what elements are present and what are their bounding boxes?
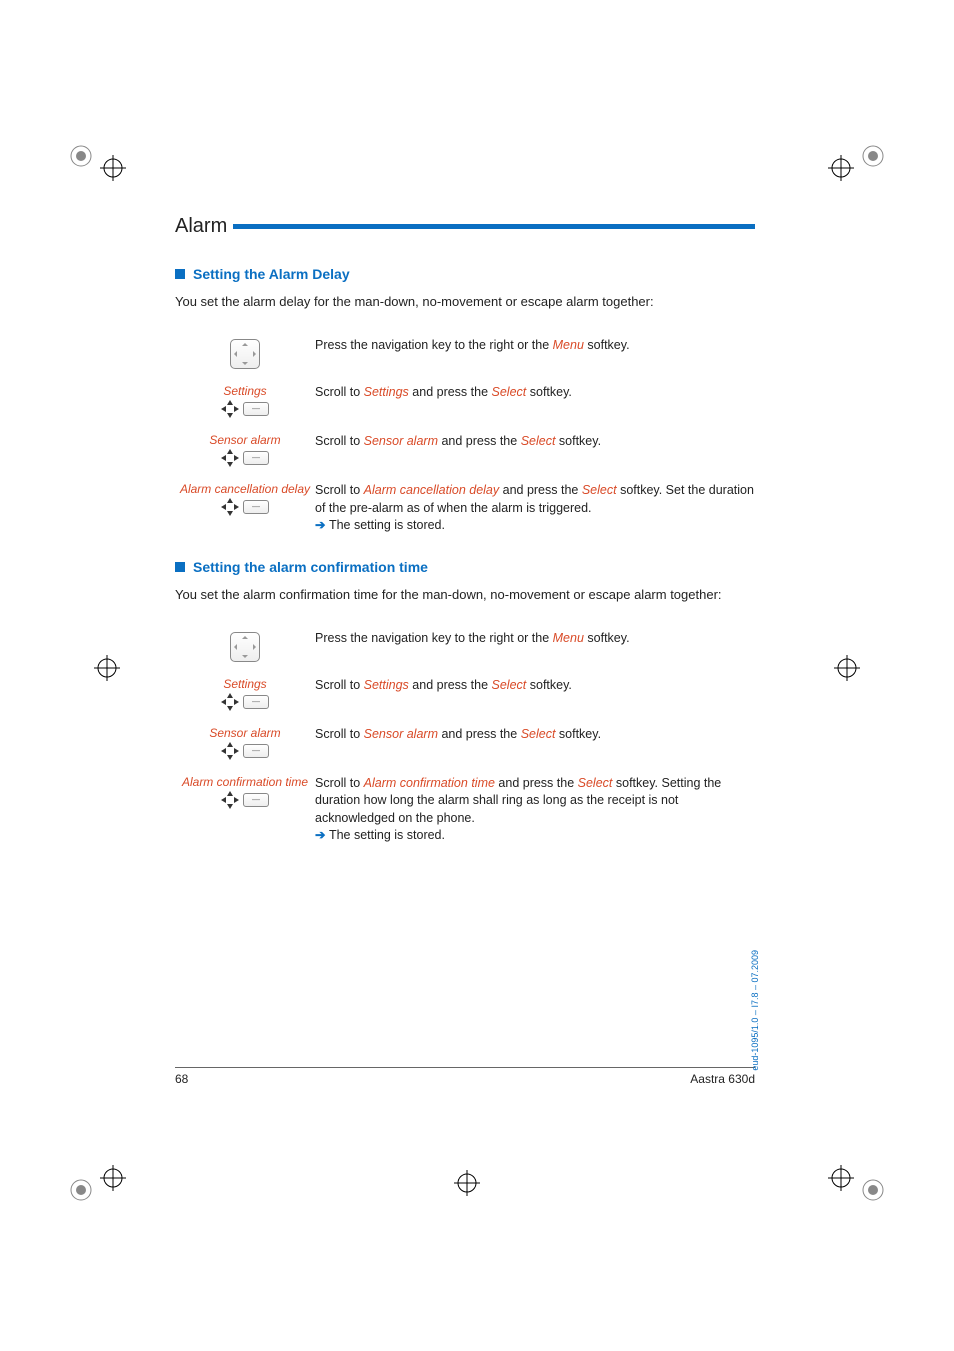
step-row: Settings Scroll to Settings and press th…	[175, 384, 755, 421]
step-text: Scroll to Alarm confirmation time and pr…	[315, 775, 755, 845]
arrow-right-icon: ➔	[315, 828, 329, 842]
title-rule	[233, 224, 755, 229]
section-heading-confirmation-time: Setting the alarm confirmation time	[175, 559, 755, 575]
step-text: Scroll to Settings and press the Select …	[315, 384, 755, 402]
section-heading-text: Setting the Alarm Delay	[193, 266, 350, 282]
step-label: Settings	[175, 384, 315, 398]
dpad-softkey-icon	[221, 791, 269, 809]
step-row: Sensor alarm Scroll to Sensor alarm and …	[175, 433, 755, 470]
registration-mark-icon	[100, 1165, 126, 1191]
page-title-row: Alarm	[175, 215, 755, 238]
registration-mark-icon	[454, 1170, 480, 1196]
product-name: Aastra 630d	[690, 1072, 755, 1086]
step-label: Alarm confirmation time	[175, 775, 315, 789]
document-id: eud-1095/1.0 – I7.8 – 07.2009	[750, 950, 760, 1071]
step-text: Scroll to Sensor alarm and press the Sel…	[315, 433, 755, 451]
square-bullet-icon	[175, 269, 185, 279]
step-text: Scroll to Sensor alarm and press the Sel…	[315, 726, 755, 744]
step-text: Scroll to Alarm cancellation delay and p…	[315, 482, 755, 535]
arrow-right-icon: ➔	[315, 518, 329, 532]
registration-mark-icon	[834, 655, 860, 681]
step-row: Press the navigation key to the right or…	[175, 337, 755, 372]
step-label: Settings	[175, 677, 315, 691]
step-label: Sensor alarm	[175, 726, 315, 740]
dpad-softkey-icon	[221, 693, 269, 711]
step-row: Alarm cancellation delay Scroll to Alarm…	[175, 482, 755, 535]
step-text: Press the navigation key to the right or…	[315, 337, 755, 355]
dpad-softkey-icon	[221, 449, 269, 467]
page-content: Alarm Setting the Alarm Delay You set th…	[175, 215, 755, 857]
registration-mark-icon	[94, 655, 120, 681]
dpad-softkey-icon	[221, 400, 269, 418]
page-number: 68	[175, 1072, 188, 1086]
print-target-icon	[68, 1177, 94, 1203]
step-label: Sensor alarm	[175, 433, 315, 447]
step-text: Scroll to Settings and press the Select …	[315, 677, 755, 695]
print-target-icon	[68, 143, 94, 169]
square-bullet-icon	[175, 562, 185, 572]
step-row: Sensor alarm Scroll to Sensor alarm and …	[175, 726, 755, 763]
page-title: Alarm	[175, 215, 227, 238]
section-heading-alarm-delay: Setting the Alarm Delay	[175, 266, 755, 282]
registration-mark-icon	[100, 155, 126, 181]
step-row: Alarm confirmation time Scroll to Alarm …	[175, 775, 755, 845]
step-row: Press the navigation key to the right or…	[175, 630, 755, 665]
step-text: Press the navigation key to the right or…	[315, 630, 755, 648]
footer: 68 Aastra 630d	[175, 1067, 755, 1086]
dpad-softkey-icon	[221, 498, 269, 516]
navigation-key-icon	[230, 632, 260, 662]
print-target-icon	[860, 143, 886, 169]
dpad-softkey-icon	[221, 742, 269, 760]
section-intro: You set the alarm confirmation time for …	[175, 587, 755, 602]
registration-mark-icon	[828, 1165, 854, 1191]
print-target-icon	[860, 1177, 886, 1203]
step-row: Settings Scroll to Settings and press th…	[175, 677, 755, 714]
navigation-key-icon	[230, 339, 260, 369]
section-intro: You set the alarm delay for the man-down…	[175, 294, 755, 309]
registration-mark-icon	[828, 155, 854, 181]
section-heading-text: Setting the alarm confirmation time	[193, 559, 428, 575]
step-label: Alarm cancellation delay	[175, 482, 315, 496]
